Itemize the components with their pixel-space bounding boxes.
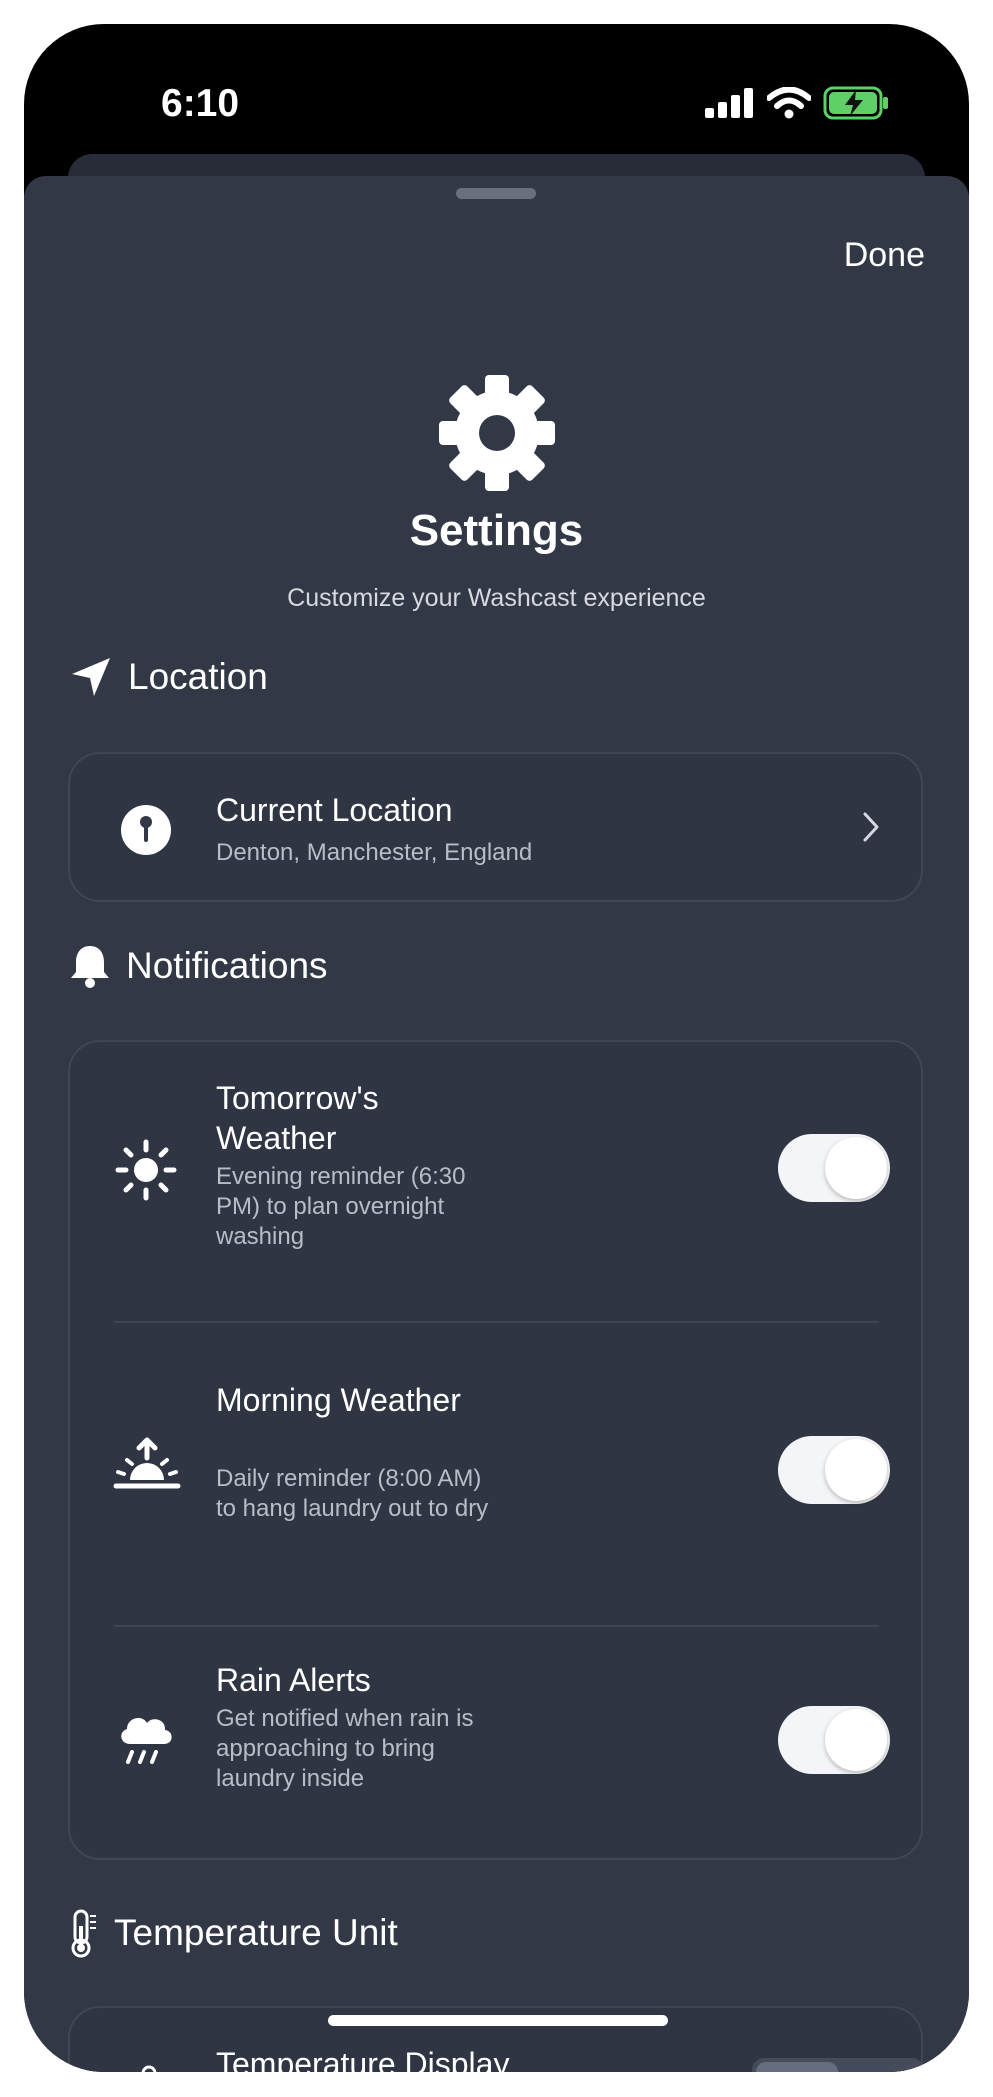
wifi-icon bbox=[767, 87, 811, 119]
notification-title: Tomorrow's Weather bbox=[216, 1080, 379, 1156]
notification-row-tomorrow: Tomorrow's Weather Evening reminder (6:3… bbox=[70, 1042, 921, 1322]
row-divider bbox=[114, 1625, 879, 1627]
sheet-grabber[interactable] bbox=[456, 188, 536, 199]
page-title: Settings bbox=[409, 506, 584, 555]
status-bar: 6:10 bbox=[24, 24, 969, 174]
row-divider bbox=[114, 1321, 879, 1323]
temperature-section-header: Temperature Unit bbox=[68, 1908, 398, 1958]
chevron-right-icon bbox=[863, 812, 879, 842]
current-location-value: Denton, Manchester, England bbox=[216, 839, 533, 866]
temperature-unit-selector[interactable]: C F bbox=[752, 2058, 924, 2072]
location-section-header: Location bbox=[68, 654, 268, 700]
notification-row-morning: Morning Weather Daily reminder (8:00 AM)… bbox=[70, 1324, 921, 1624]
status-time: 6:10 bbox=[161, 82, 240, 125]
phone-frame: 6:10 Done Settings Customize your Washca… bbox=[24, 24, 969, 2072]
thermometer-icon bbox=[141, 2065, 157, 2072]
tomorrow-weather-toggle[interactable] bbox=[778, 1134, 890, 1202]
sunrise-icon bbox=[113, 1437, 181, 1489]
battery-charging-icon bbox=[823, 86, 888, 120]
temperature-section-title: Temperature Unit bbox=[114, 1912, 398, 1953]
done-button[interactable]: Done bbox=[844, 236, 925, 275]
morning-weather-toggle[interactable] bbox=[778, 1436, 890, 1504]
thermometer-icon bbox=[71, 1909, 96, 1958]
gear-icon bbox=[439, 375, 555, 491]
page-subtitle: Customize your Washcast experience bbox=[287, 584, 706, 612]
notification-description: Daily reminder (8:00 AM) to hang laundry… bbox=[216, 1465, 489, 1522]
notifications-section-header: Notifications bbox=[68, 942, 328, 990]
rain-alerts-toggle[interactable] bbox=[778, 1706, 890, 1774]
notification-description: Get notified when rain is approaching to… bbox=[216, 1705, 474, 1792]
notifications-card: Tomorrow's Weather Evening reminder (6:3… bbox=[68, 1040, 923, 1860]
status-icons bbox=[705, 86, 889, 120]
temperature-display-title: Temperature Display bbox=[216, 2046, 510, 2072]
current-location-title: Current Location bbox=[216, 792, 453, 828]
notification-title: Rain Alerts bbox=[216, 1662, 371, 1698]
settings-sheet: Done Settings Customize your Washcast ex… bbox=[24, 176, 969, 2072]
location-card[interactable]: Current Location Denton, Manchester, Eng… bbox=[68, 752, 923, 902]
unit-option-fahrenheit[interactable]: F bbox=[838, 2062, 920, 2072]
notifications-section-title: Notifications bbox=[126, 945, 328, 986]
notification-row-rain: Rain Alerts Get notified when rain is ap… bbox=[70, 1628, 921, 1862]
signal-icon bbox=[705, 88, 753, 118]
home-indicator[interactable] bbox=[328, 2015, 668, 2026]
notification-title: Morning Weather bbox=[216, 1382, 461, 1418]
cloud-rain-icon bbox=[121, 1718, 172, 1764]
unit-option-celsius[interactable]: C bbox=[756, 2062, 838, 2072]
pin-icon bbox=[121, 805, 171, 855]
bell-icon bbox=[71, 946, 109, 988]
notification-description: Evening reminder (6:30 PM) to plan overn… bbox=[216, 1163, 466, 1250]
sun-icon bbox=[115, 1139, 177, 1201]
location-section-title: Location bbox=[128, 656, 268, 697]
location-arrow-icon bbox=[72, 658, 110, 696]
